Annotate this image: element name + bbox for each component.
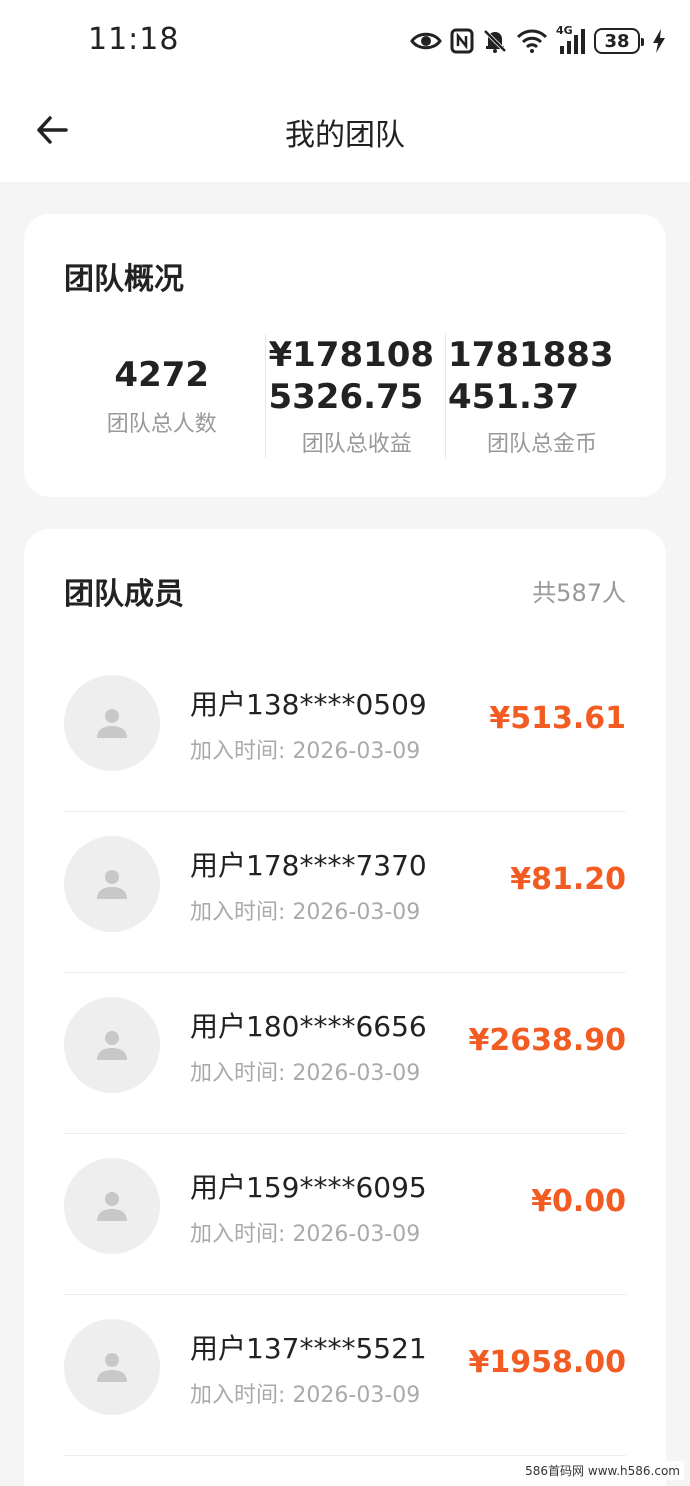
member-list[interactable]: 用户138****0509 加入时间: 2026-03-09 ¥513.61 用…	[64, 651, 626, 1456]
nfc-icon	[450, 26, 474, 56]
list-item[interactable]: 用户178****7370 加入时间: 2026-03-09 ¥81.20	[64, 812, 626, 973]
stat-total-coins: 1781883451.37 团队总金币	[445, 334, 636, 458]
signal-icon: 4G	[556, 24, 586, 56]
bell-off-icon	[482, 26, 508, 56]
stat-total-members: 4272 团队总人数	[88, 334, 265, 458]
member-name: 用户180****6656	[190, 1010, 427, 1043]
user-icon	[97, 1031, 127, 1060]
member-name: 用户137****5521	[190, 1332, 427, 1365]
page-title: 我的团队	[285, 118, 405, 153]
list-item[interactable]: 用户137****5521 加入时间: 2026-03-09 ¥1958.00	[64, 1295, 626, 1456]
member-join-date: 加入时间: 2026-03-09	[190, 900, 421, 925]
status-time: 11:18	[88, 22, 180, 57]
members-count: 共587人	[532, 579, 626, 607]
avatar	[64, 1158, 160, 1254]
member-join-date: 加入时间: 2026-03-09	[190, 739, 421, 764]
member-join-date: 加入时间: 2026-03-09	[190, 1061, 421, 1086]
stat-label: 团队总收益	[301, 432, 412, 457]
avatar	[64, 997, 160, 1093]
status-bar: 11:18 4G 38	[0, 0, 690, 80]
list-item[interactable]: 用户159****6095 加入时间: 2026-03-09 ¥0.00	[64, 1134, 626, 1295]
stat-label: 团队总金币	[487, 432, 598, 457]
user-icon	[97, 1353, 127, 1382]
user-icon	[97, 1192, 127, 1221]
eye-icon	[410, 26, 442, 56]
member-name: 用户138****0509	[190, 688, 427, 721]
stat-value: ¥1781085326.75	[268, 335, 435, 417]
wifi-icon	[516, 26, 548, 56]
overview-stats: 4272 团队总人数 ¥1781085326.75 团队总收益 17818834…	[88, 334, 636, 458]
member-amount: ¥81.20	[510, 862, 626, 897]
avatar	[64, 1319, 160, 1415]
member-amount: ¥2638.90	[468, 1023, 626, 1058]
member-name: 用户178****7370	[190, 849, 427, 882]
member-join-date: 加入时间: 2026-03-09	[190, 1222, 421, 1247]
member-name: 用户159****6095	[190, 1171, 427, 1204]
user-icon	[97, 870, 127, 899]
stat-label: 团队总人数	[106, 412, 217, 437]
nav-bar: 我的团队	[0, 80, 690, 182]
avatar	[64, 675, 160, 771]
member-amount: ¥0.00	[531, 1184, 626, 1219]
list-item[interactable]: 用户138****0509 加入时间: 2026-03-09 ¥513.61	[64, 651, 626, 812]
battery-icon: 38	[594, 28, 644, 54]
stat-value: 4272	[114, 355, 210, 395]
user-icon	[97, 709, 127, 738]
stat-total-earnings: ¥1781085326.75 团队总收益	[265, 334, 445, 458]
list-item[interactable]: 用户180****6656 加入时间: 2026-03-09 ¥2638.90	[64, 973, 626, 1134]
member-join-date: 加入时间: 2026-03-09	[190, 1383, 421, 1408]
member-amount: ¥1958.00	[468, 1345, 626, 1380]
team-overview-card: 团队概况 4272 团队总人数 ¥1781085326.75 团队总收益 178…	[24, 214, 666, 497]
team-members-card: 团队成员 共587人 用户138****0509 加入时间: 2026-03-0…	[24, 529, 666, 1486]
member-amount: ¥513.61	[489, 701, 626, 736]
avatar	[64, 836, 160, 932]
overview-title: 团队概况	[64, 262, 184, 297]
members-title: 团队成员	[64, 577, 184, 612]
network-type: 4G	[556, 24, 573, 37]
charging-icon	[652, 26, 666, 56]
watermark: 586首码网 www.h586.com	[521, 1461, 684, 1480]
stat-value: 1781883451.37	[448, 335, 614, 417]
status-icons: 4G 38	[410, 24, 666, 58]
